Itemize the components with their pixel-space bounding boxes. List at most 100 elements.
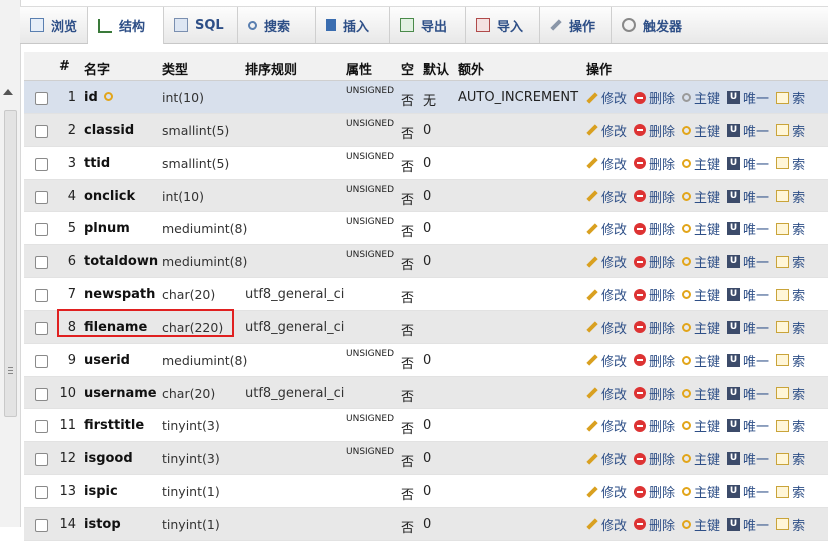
scrollbar-thumb[interactable] bbox=[4, 110, 17, 417]
drop-button[interactable]: 删除 bbox=[634, 515, 675, 534]
table-row[interactable]: 12 isgood tinyint(3) UNSIGNED 否 0 修改 删除 主键 U 唯一索 bbox=[24, 442, 828, 476]
drop-button[interactable]: 删除 bbox=[634, 187, 675, 206]
unique-button[interactable]: U 唯一 bbox=[727, 351, 769, 370]
drop-button[interactable]: 删除 bbox=[634, 416, 675, 435]
index-button[interactable]: 索 bbox=[776, 482, 805, 501]
primary-key-button[interactable]: 主键 bbox=[682, 154, 720, 173]
row-checkbox[interactable] bbox=[35, 387, 48, 401]
primary-key-button[interactable]: 主键 bbox=[682, 219, 720, 238]
primary-key-button[interactable]: 主键 bbox=[682, 318, 720, 337]
index-button[interactable]: 索 bbox=[776, 351, 805, 370]
row-checkbox[interactable] bbox=[35, 420, 48, 434]
change-button[interactable]: 修改 bbox=[586, 482, 627, 501]
index-button[interactable]: 索 bbox=[776, 318, 805, 337]
table-row[interactable]: 9 userid mediumint(8) UNSIGNED 否 0 修改 删除 主键 U 唯一索 bbox=[24, 343, 828, 377]
scroll-up-arrow-icon[interactable] bbox=[3, 89, 13, 95]
row-checkbox[interactable] bbox=[35, 223, 48, 237]
unique-button[interactable]: U 唯一 bbox=[727, 252, 769, 271]
table-row[interactable]: 5 plnum mediumint(8) UNSIGNED 否 0 修改 删除 主键 U 唯一索 bbox=[24, 212, 828, 246]
tab-import[interactable]: 导入 bbox=[466, 7, 540, 43]
left-scrollbar[interactable] bbox=[0, 0, 21, 527]
row-checkbox[interactable] bbox=[35, 124, 48, 138]
row-checkbox[interactable] bbox=[35, 486, 48, 500]
table-row[interactable]: 4 onclick int(10) UNSIGNED 否 0 修改 删除 主键 U 唯一索 bbox=[24, 179, 828, 213]
header-type[interactable]: 类型 bbox=[162, 59, 188, 78]
index-button[interactable]: 索 bbox=[776, 219, 805, 238]
change-button[interactable]: 修改 bbox=[586, 252, 627, 271]
drop-button[interactable]: 删除 bbox=[634, 318, 675, 337]
tab-browse[interactable]: 浏览 bbox=[20, 7, 88, 43]
unique-button[interactable]: U 唯一 bbox=[727, 515, 769, 534]
table-row[interactable]: 13 ispic tinyint(1) 否 0 修改 删除 主键 U 唯一索 bbox=[24, 475, 828, 508]
change-button[interactable]: 修改 bbox=[586, 351, 627, 370]
drop-button[interactable]: 删除 bbox=[634, 351, 675, 370]
primary-key-button[interactable]: 主键 bbox=[682, 384, 720, 403]
primary-key-button[interactable]: 主键 bbox=[682, 88, 720, 107]
index-button[interactable]: 索 bbox=[776, 154, 805, 173]
unique-button[interactable]: U 唯一 bbox=[727, 416, 769, 435]
change-button[interactable]: 修改 bbox=[586, 515, 627, 534]
header-extra[interactable]: 额外 bbox=[458, 59, 484, 78]
row-checkbox[interactable] bbox=[35, 518, 48, 532]
change-button[interactable]: 修改 bbox=[586, 219, 627, 238]
drop-button[interactable]: 删除 bbox=[634, 121, 675, 140]
primary-key-button[interactable]: 主键 bbox=[682, 252, 720, 271]
unique-button[interactable]: U 唯一 bbox=[727, 384, 769, 403]
row-checkbox[interactable] bbox=[35, 453, 48, 467]
drop-button[interactable]: 删除 bbox=[634, 252, 675, 271]
row-checkbox[interactable] bbox=[35, 289, 48, 303]
index-button[interactable]: 索 bbox=[776, 416, 805, 435]
index-button[interactable]: 索 bbox=[776, 88, 805, 107]
drop-button[interactable]: 删除 bbox=[634, 449, 675, 468]
index-button[interactable]: 索 bbox=[776, 121, 805, 140]
unique-button[interactable]: U 唯一 bbox=[727, 187, 769, 206]
unique-button[interactable]: U 唯一 bbox=[727, 449, 769, 468]
header-attributes[interactable]: 属性 bbox=[346, 59, 372, 78]
index-button[interactable]: 索 bbox=[776, 252, 805, 271]
drop-button[interactable]: 删除 bbox=[634, 384, 675, 403]
tab-search[interactable]: 搜索 bbox=[238, 7, 316, 43]
index-button[interactable]: 索 bbox=[776, 187, 805, 206]
tab-export[interactable]: 导出 bbox=[390, 7, 466, 43]
tab-triggers[interactable]: 触发器 bbox=[612, 7, 828, 43]
unique-button[interactable]: U 唯一 bbox=[727, 88, 769, 107]
drop-button[interactable]: 删除 bbox=[634, 219, 675, 238]
index-button[interactable]: 索 bbox=[776, 384, 805, 403]
unique-button[interactable]: U 唯一 bbox=[727, 121, 769, 140]
header-default[interactable]: 默认 bbox=[423, 59, 449, 78]
unique-button[interactable]: U 唯一 bbox=[727, 482, 769, 501]
index-button[interactable]: 索 bbox=[776, 449, 805, 468]
primary-key-button[interactable]: 主键 bbox=[682, 285, 720, 304]
change-button[interactable]: 修改 bbox=[586, 121, 627, 140]
change-button[interactable]: 修改 bbox=[586, 285, 627, 304]
row-checkbox[interactable] bbox=[35, 321, 48, 335]
row-checkbox[interactable] bbox=[35, 256, 48, 270]
change-button[interactable]: 修改 bbox=[586, 318, 627, 337]
row-checkbox[interactable] bbox=[35, 92, 48, 105]
tab-structure[interactable]: 结构 bbox=[88, 7, 164, 44]
row-checkbox[interactable] bbox=[35, 157, 48, 171]
header-name[interactable]: 名字 bbox=[84, 59, 110, 78]
primary-key-button[interactable]: 主键 bbox=[682, 121, 720, 140]
primary-key-button[interactable]: 主键 bbox=[682, 416, 720, 435]
change-button[interactable]: 修改 bbox=[586, 88, 627, 107]
change-button[interactable]: 修改 bbox=[586, 449, 627, 468]
change-button[interactable]: 修改 bbox=[586, 384, 627, 403]
table-row[interactable]: 2 classid smallint(5) UNSIGNED 否 0 修改 删除 主键 U 唯一索 bbox=[24, 113, 828, 147]
drop-button[interactable]: 删除 bbox=[634, 154, 675, 173]
table-row[interactable]: 10 username char(20) utf8_general_ci 否 修改 删除 主键… bbox=[24, 376, 828, 410]
row-checkbox[interactable] bbox=[35, 354, 48, 368]
index-button[interactable]: 索 bbox=[776, 285, 805, 304]
drop-button[interactable]: 删除 bbox=[634, 285, 675, 304]
drop-button[interactable]: 删除 bbox=[634, 482, 675, 501]
tab-sql[interactable]: SQL bbox=[164, 7, 238, 43]
drop-button[interactable]: 删除 bbox=[634, 88, 675, 107]
unique-button[interactable]: U 唯一 bbox=[727, 219, 769, 238]
unique-button[interactable]: U 唯一 bbox=[727, 318, 769, 337]
change-button[interactable]: 修改 bbox=[586, 416, 627, 435]
primary-key-button[interactable]: 主键 bbox=[682, 482, 720, 501]
unique-button[interactable]: U 唯一 bbox=[727, 285, 769, 304]
primary-key-button[interactable]: 主键 bbox=[682, 449, 720, 468]
table-row[interactable]: 1 id int(10) UNSIGNED 否无 AUTO_INCREMENT 修改 删除 主键… bbox=[24, 81, 828, 114]
header-null[interactable]: 空 bbox=[401, 59, 414, 78]
